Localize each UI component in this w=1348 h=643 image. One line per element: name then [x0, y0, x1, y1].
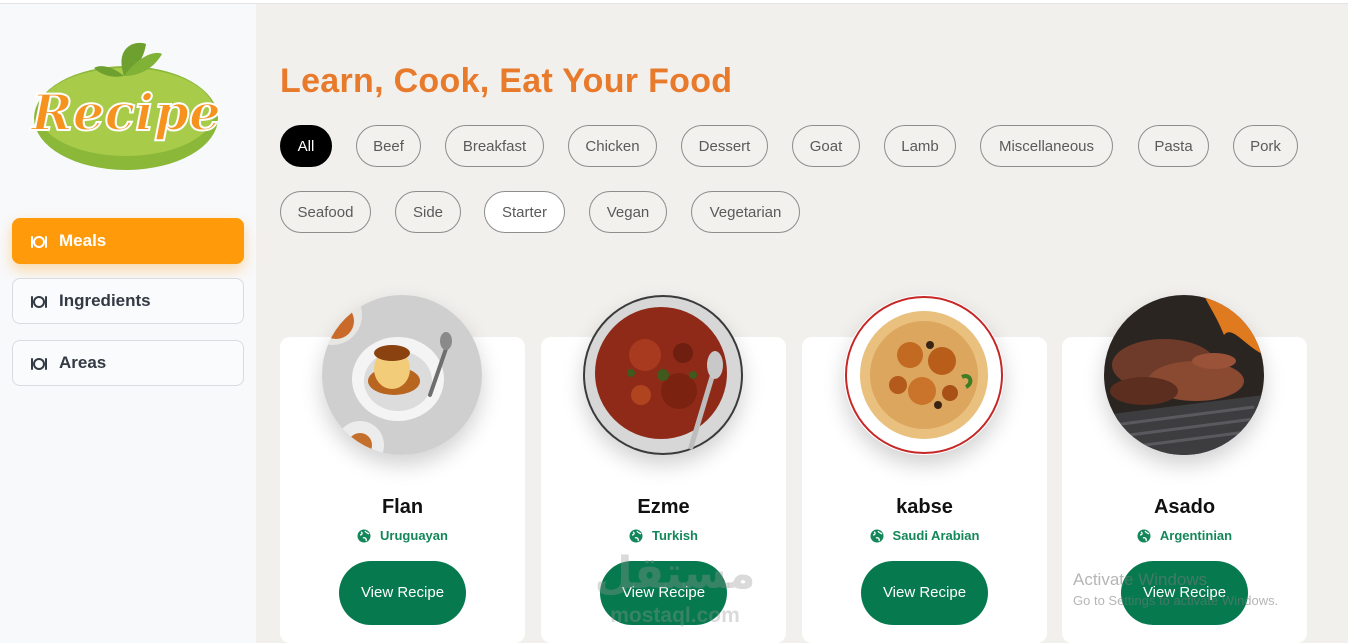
meal-area-label: Saudi Arabian — [892, 528, 980, 543]
view-recipe-button[interactable]: View Recipe — [339, 561, 466, 625]
sidebar: Recipe Meals Ingredients Areas — [0, 4, 256, 643]
category-chip-all[interactable]: All — [280, 125, 332, 167]
meal-name: kabse — [896, 496, 953, 518]
category-chip-chicken[interactable]: Chicken — [568, 125, 657, 167]
view-recipe-button[interactable]: View Recipe — [861, 561, 988, 625]
category-chip-breakfast[interactable]: Breakfast — [445, 125, 544, 167]
category-chip-seafood[interactable]: Seafood — [280, 191, 371, 233]
category-chip-miscellaneous[interactable]: Miscellaneous — [980, 125, 1113, 167]
nav-areas-label: Areas — [59, 353, 107, 372]
meal-area: Argentinian — [1062, 528, 1307, 543]
view-recipe-button[interactable]: View Recipe — [600, 561, 727, 625]
nav-ingredients[interactable]: Ingredients — [12, 278, 244, 324]
globe-icon — [357, 529, 371, 543]
kabse-dish-icon[interactable] — [844, 295, 1004, 455]
category-chip-starter[interactable]: Starter — [484, 191, 565, 233]
category-chip-vegan[interactable]: Vegan — [589, 191, 667, 233]
category-chip-goat[interactable]: Goat — [792, 125, 860, 167]
nav-ingredients-label: Ingredients — [59, 291, 151, 310]
meal-area-label: Argentinian — [1159, 528, 1233, 543]
nav-areas[interactable]: Areas — [12, 340, 244, 386]
meal-area: Uruguayan — [280, 528, 525, 543]
globe-icon — [870, 529, 884, 543]
category-chip-lamb[interactable]: Lamb — [884, 125, 956, 167]
category-chip-pork[interactable]: Pork — [1233, 125, 1298, 167]
page-headline: Learn, Cook, Eat Your Food — [280, 62, 733, 100]
meal-card-ezme[interactable]: Ezme Turkish View Recipe — [541, 295, 786, 643]
meal-card-flan[interactable]: Flan Uruguayan View Recipe — [280, 295, 525, 643]
meal-name: Flan — [381, 496, 424, 518]
meal-area: Turkish — [541, 528, 786, 543]
asado-dish-icon[interactable] — [1104, 295, 1264, 455]
nav-meals[interactable]: Meals — [12, 218, 244, 264]
category-chip-side[interactable]: Side — [395, 191, 461, 233]
plate-icon — [31, 356, 47, 370]
view-recipe-button[interactable]: View Recipe — [1121, 561, 1248, 625]
globe-icon — [1137, 529, 1151, 543]
meal-card-kabse[interactable]: kabse Saudi Arabian View Recipe — [802, 295, 1047, 643]
category-chip-dessert[interactable]: Dessert — [681, 125, 768, 167]
category-chip-vegetarian[interactable]: Vegetarian — [691, 191, 800, 233]
svg-text:Recipe: Recipe — [29, 83, 221, 142]
recipe-logo[interactable]: Recipe — [28, 36, 224, 178]
globe-icon — [629, 529, 643, 543]
meal-area-label: Uruguayan — [380, 528, 448, 543]
main-content: Learn, Cook, Eat Your Food All Beef Brea… — [256, 4, 1348, 643]
meal-area-label: Turkish — [652, 528, 698, 543]
meal-card-asado[interactable]: Asado Argentinian View Recipe — [1062, 295, 1307, 643]
ezme-dish-icon[interactable] — [583, 295, 743, 455]
plate-icon — [31, 294, 47, 308]
category-chip-pasta[interactable]: Pasta — [1138, 125, 1209, 167]
plate-icon — [31, 234, 47, 248]
category-chip-beef[interactable]: Beef — [356, 125, 421, 167]
meal-name: Ezme — [637, 496, 690, 518]
meal-name: Asado — [1153, 496, 1216, 518]
nav-meals-label: Meals — [59, 231, 107, 250]
flan-dish-icon[interactable] — [322, 295, 482, 455]
meal-area: Saudi Arabian — [802, 528, 1047, 543]
